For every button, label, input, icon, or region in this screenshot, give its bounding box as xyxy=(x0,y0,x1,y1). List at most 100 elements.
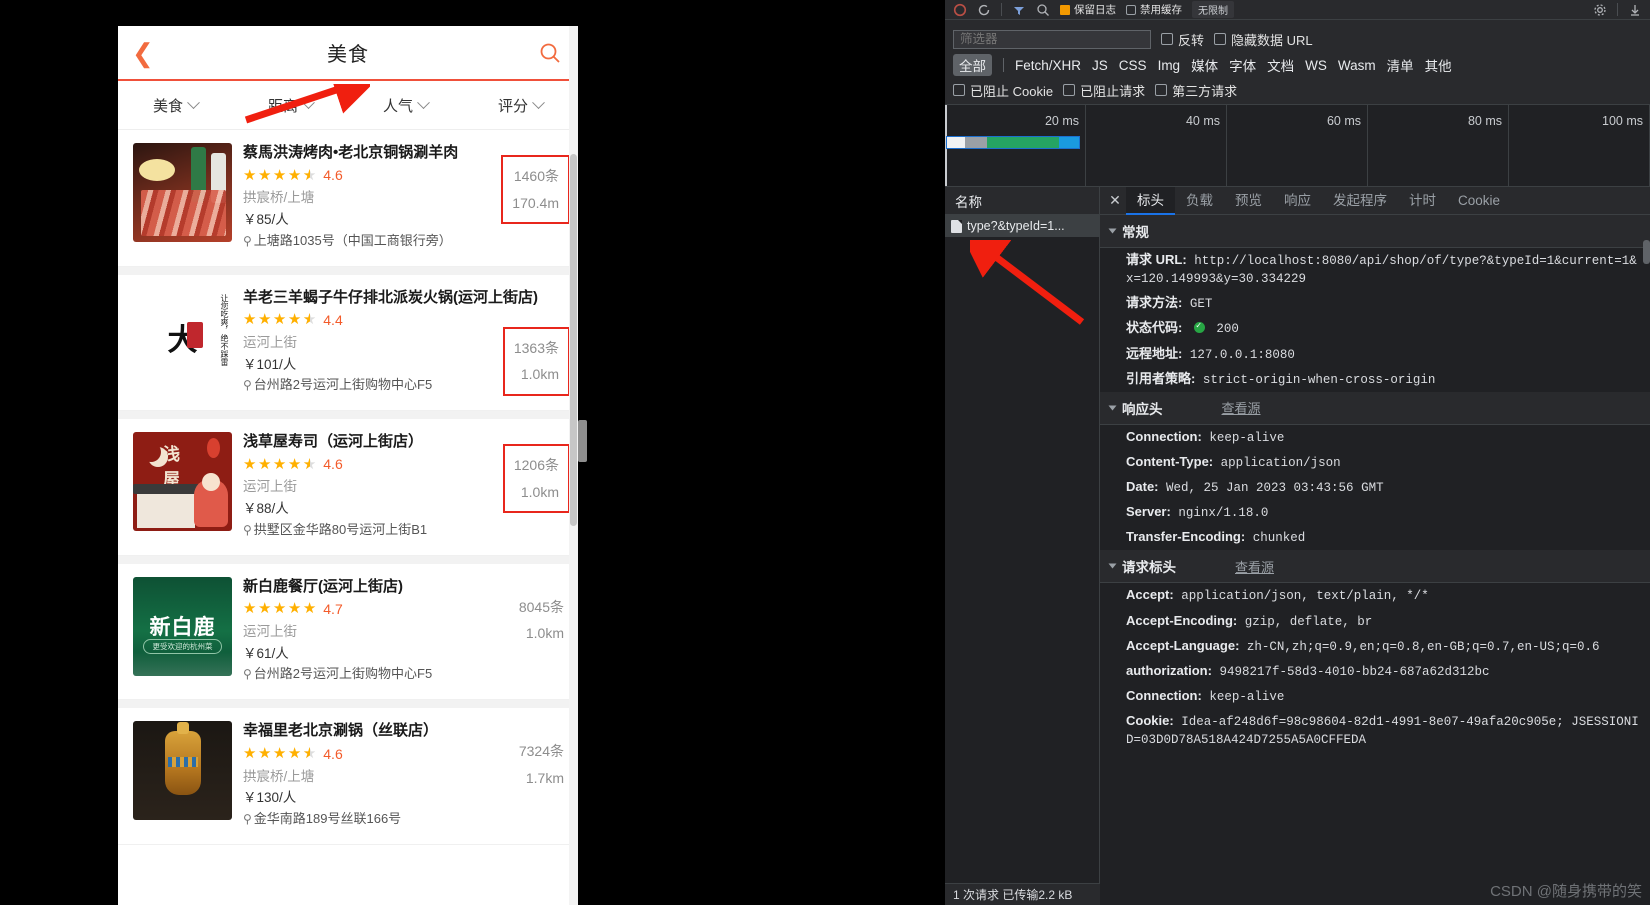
detail-scrollbar-thumb[interactable] xyxy=(1643,240,1650,264)
disable-cache-toggle[interactable]: 禁用缓存 xyxy=(1126,2,1182,17)
tab-initiator[interactable]: 发起程序 xyxy=(1322,187,1398,215)
header-key: Accept-Encoding: xyxy=(1126,612,1238,628)
hide-data-urls-checkbox[interactable]: 隐藏数据 URL xyxy=(1214,30,1313,49)
filter-tab-distance[interactable]: 距离 xyxy=(233,95,348,116)
page-scrollbar-thumb[interactable] xyxy=(578,420,587,462)
filter-row-3: 已阻止 Cookie 已阻止请求 第三方请求 xyxy=(953,78,1642,104)
blocked-requests-label: 已阻止请求 xyxy=(1080,83,1146,99)
star-rating-icons: ★ ★ ★ ★ ★ xyxy=(243,312,316,327)
list-item[interactable]: 大 让您吃爽，绝不踩雷 羊老三羊蝎子牛仔排北派炭火锅(运河上街店) ★ ★ ★ ★ ★ … xyxy=(118,274,578,412)
hide-data-urls-label: 隐藏数据 URL xyxy=(1231,32,1313,48)
header-key: 远程地址: xyxy=(1126,345,1183,361)
type-filter-other[interactable]: 其他 xyxy=(1425,55,1452,75)
checkbox-icon xyxy=(1063,84,1076,96)
preserve-log-toggle[interactable]: 保留日志 xyxy=(1060,2,1116,17)
section-title: 请求标头 xyxy=(1122,560,1176,576)
header-value: application/json, text/plain, */* xyxy=(1181,589,1429,604)
detail-tabs: ✕ 标头 负载 预览 响应 发起程序 计时 Cookie xyxy=(1100,186,1650,215)
section-response-headers-header[interactable]: 响应头 查看源 xyxy=(1100,391,1650,425)
view-source-link[interactable]: 查看源 xyxy=(1222,398,1261,417)
checkbox-icon xyxy=(1126,4,1136,15)
star-rating-icons: ★ ★ ★ ★ ★ xyxy=(243,168,316,183)
header-key: Transfer-Encoding: xyxy=(1126,529,1246,545)
devtools-toolbar: 保留日志 禁用缓存 无限制 xyxy=(945,0,1650,20)
invert-checkbox[interactable]: 反转 xyxy=(1161,30,1204,49)
type-filter-doc[interactable]: 文档 xyxy=(1267,55,1294,75)
type-filter-media[interactable]: 媒体 xyxy=(1191,55,1218,75)
request-row[interactable]: type?&typeId=1... xyxy=(945,215,1099,237)
type-filter-img[interactable]: Img xyxy=(1158,58,1181,73)
section-general-header[interactable]: 常规 xyxy=(1100,215,1650,248)
type-filter-css[interactable]: CSS xyxy=(1119,58,1147,73)
type-filter-ws[interactable]: WS xyxy=(1305,58,1327,73)
shop-meta-highlighted: 1206条 1.0km xyxy=(502,444,570,514)
type-filter-fetch-xhr[interactable]: Fetch/XHR xyxy=(1015,58,1081,73)
request-detail-pane: ✕ 标头 负载 预览 响应 发起程序 计时 Cookie 常规 请求 URL: … xyxy=(1100,186,1650,905)
close-icon[interactable]: ✕ xyxy=(1104,192,1126,209)
list-item[interactable]: 幸福里老北京涮锅（丝联店） ★★★★★ 4.6 拱宸桥/上塘 ￥130/人 ⚲ … xyxy=(118,708,578,845)
shop-distance: 170.4m xyxy=(512,194,559,211)
header-key: Date: xyxy=(1126,479,1159,494)
checkbox-checked-icon xyxy=(1060,4,1070,15)
import-icon[interactable] xyxy=(1628,3,1642,17)
filter-icon[interactable] xyxy=(1012,3,1026,17)
shop-comment-count: 1460条 xyxy=(513,168,559,184)
type-filter-wasm[interactable]: Wasm xyxy=(1338,58,1376,73)
filter-tab-rating[interactable]: 评分 xyxy=(463,95,578,116)
blocked-cookies-checkbox[interactable]: 已阻止 Cookie xyxy=(953,81,1053,100)
tab-timing[interactable]: 计时 xyxy=(1398,187,1447,215)
triangle-down-icon xyxy=(1108,405,1117,411)
shop-address: 拱墅区金华路80号运河上街B1 xyxy=(253,521,428,537)
tab-headers[interactable]: 标头 xyxy=(1126,186,1175,215)
filter-input[interactable] xyxy=(953,29,1151,49)
tab-response[interactable]: 响应 xyxy=(1273,187,1322,215)
overview-tick: 100 ms xyxy=(1602,114,1643,128)
record-stop-icon[interactable] xyxy=(953,3,967,17)
blocked-requests-checkbox[interactable]: 已阻止请求 xyxy=(1063,81,1145,100)
shop-list: 蔡馬洪涛烤肉•老北京铜锅涮羊肉 ★★★★★ 4.6 拱宸桥/上塘 ￥85/人 ⚲… xyxy=(118,130,578,845)
header-value: Idea-af248d6f=98c98604-82d1-4991-8e07-49… xyxy=(1126,715,1639,748)
third-party-checkbox[interactable]: 第三方请求 xyxy=(1155,81,1237,100)
throttling-label: 无限制 xyxy=(1198,6,1228,17)
list-item[interactable]: 浅屋 浅草屋寿司（运河上街店） ★★★★★ 4.6 运河上街 ￥88/人 xyxy=(118,419,578,556)
overview-tick: 60 ms xyxy=(1326,114,1361,128)
filter-tab-popularity[interactable]: 人气 xyxy=(348,95,463,116)
checkbox-icon xyxy=(953,84,965,96)
search-icon[interactable] xyxy=(538,41,562,65)
header-key: Content-Type: xyxy=(1126,453,1214,469)
tab-cookie[interactable]: Cookie xyxy=(1447,187,1511,215)
tab-payload[interactable]: 负载 xyxy=(1175,187,1224,215)
view-source-link[interactable]: 查看源 xyxy=(1235,557,1274,576)
header-value: gzip, deflate, br xyxy=(1244,614,1373,629)
header-item-referrer-policy: 引用者策略: strict-origin-when-cross-origin xyxy=(1100,367,1650,392)
back-chevron-icon[interactable]: ❮ xyxy=(132,40,154,66)
throttling-select[interactable]: 无限制 xyxy=(1192,1,1234,18)
filter-tab-food[interactable]: 美食 xyxy=(118,95,233,116)
header-value: Wed, 25 Jan 2023 03:43:56 GMT xyxy=(1166,481,1384,495)
header-key: Connection: xyxy=(1126,687,1202,703)
header-value: 9498217f-58d3-4010-bb24-687a62d312bc xyxy=(1219,664,1490,679)
section-request-headers-header[interactable]: 请求标头 查看源 xyxy=(1100,550,1650,584)
disable-cache-label: 禁用缓存 xyxy=(1140,4,1182,16)
app-scrollbar-track[interactable] xyxy=(569,26,578,905)
invert-label: 反转 xyxy=(1178,32,1205,48)
header-item-accept-language: Accept-Language: zh-CN,zh;q=0.9,en;q=0.8… xyxy=(1100,634,1650,659)
network-overview[interactable]: 20 ms 40 ms 60 ms 80 ms 100 ms xyxy=(945,105,1650,187)
type-filter-font[interactable]: 字体 xyxy=(1229,55,1256,75)
shop-score: 4.4 xyxy=(323,311,343,328)
list-item[interactable]: 新白鹿 更受欢迎的杭州菜 新白鹿餐厅(运河上街店) ★ ★ ★ ★ ★ 4.7 运河上街 xyxy=(118,563,578,701)
clear-icon[interactable] xyxy=(977,3,991,17)
type-filter-manifest[interactable]: 清单 xyxy=(1387,55,1414,75)
list-item[interactable]: 蔡馬洪涛烤肉•老北京铜锅涮羊肉 ★★★★★ 4.6 拱宸桥/上塘 ￥85/人 ⚲… xyxy=(118,130,578,267)
app-scrollbar-thumb[interactable] xyxy=(570,154,577,526)
shop-thumbnail: 大 让您吃爽，绝不踩雷 xyxy=(133,287,232,387)
blocked-cookies-label: 已阻止 Cookie xyxy=(970,83,1054,99)
gear-icon[interactable] xyxy=(1593,3,1607,17)
type-filter-js[interactable]: JS xyxy=(1092,58,1108,73)
shop-comment-count: 7324条 xyxy=(518,743,564,760)
search-icon[interactable] xyxy=(1036,3,1050,17)
preserve-log-label: 保留日志 xyxy=(1074,4,1116,16)
tab-preview[interactable]: 预览 xyxy=(1224,187,1273,215)
request-summary: 1 次请求 已传输2.2 kB xyxy=(953,888,1073,902)
type-filter-all[interactable]: 全部 xyxy=(953,54,992,76)
